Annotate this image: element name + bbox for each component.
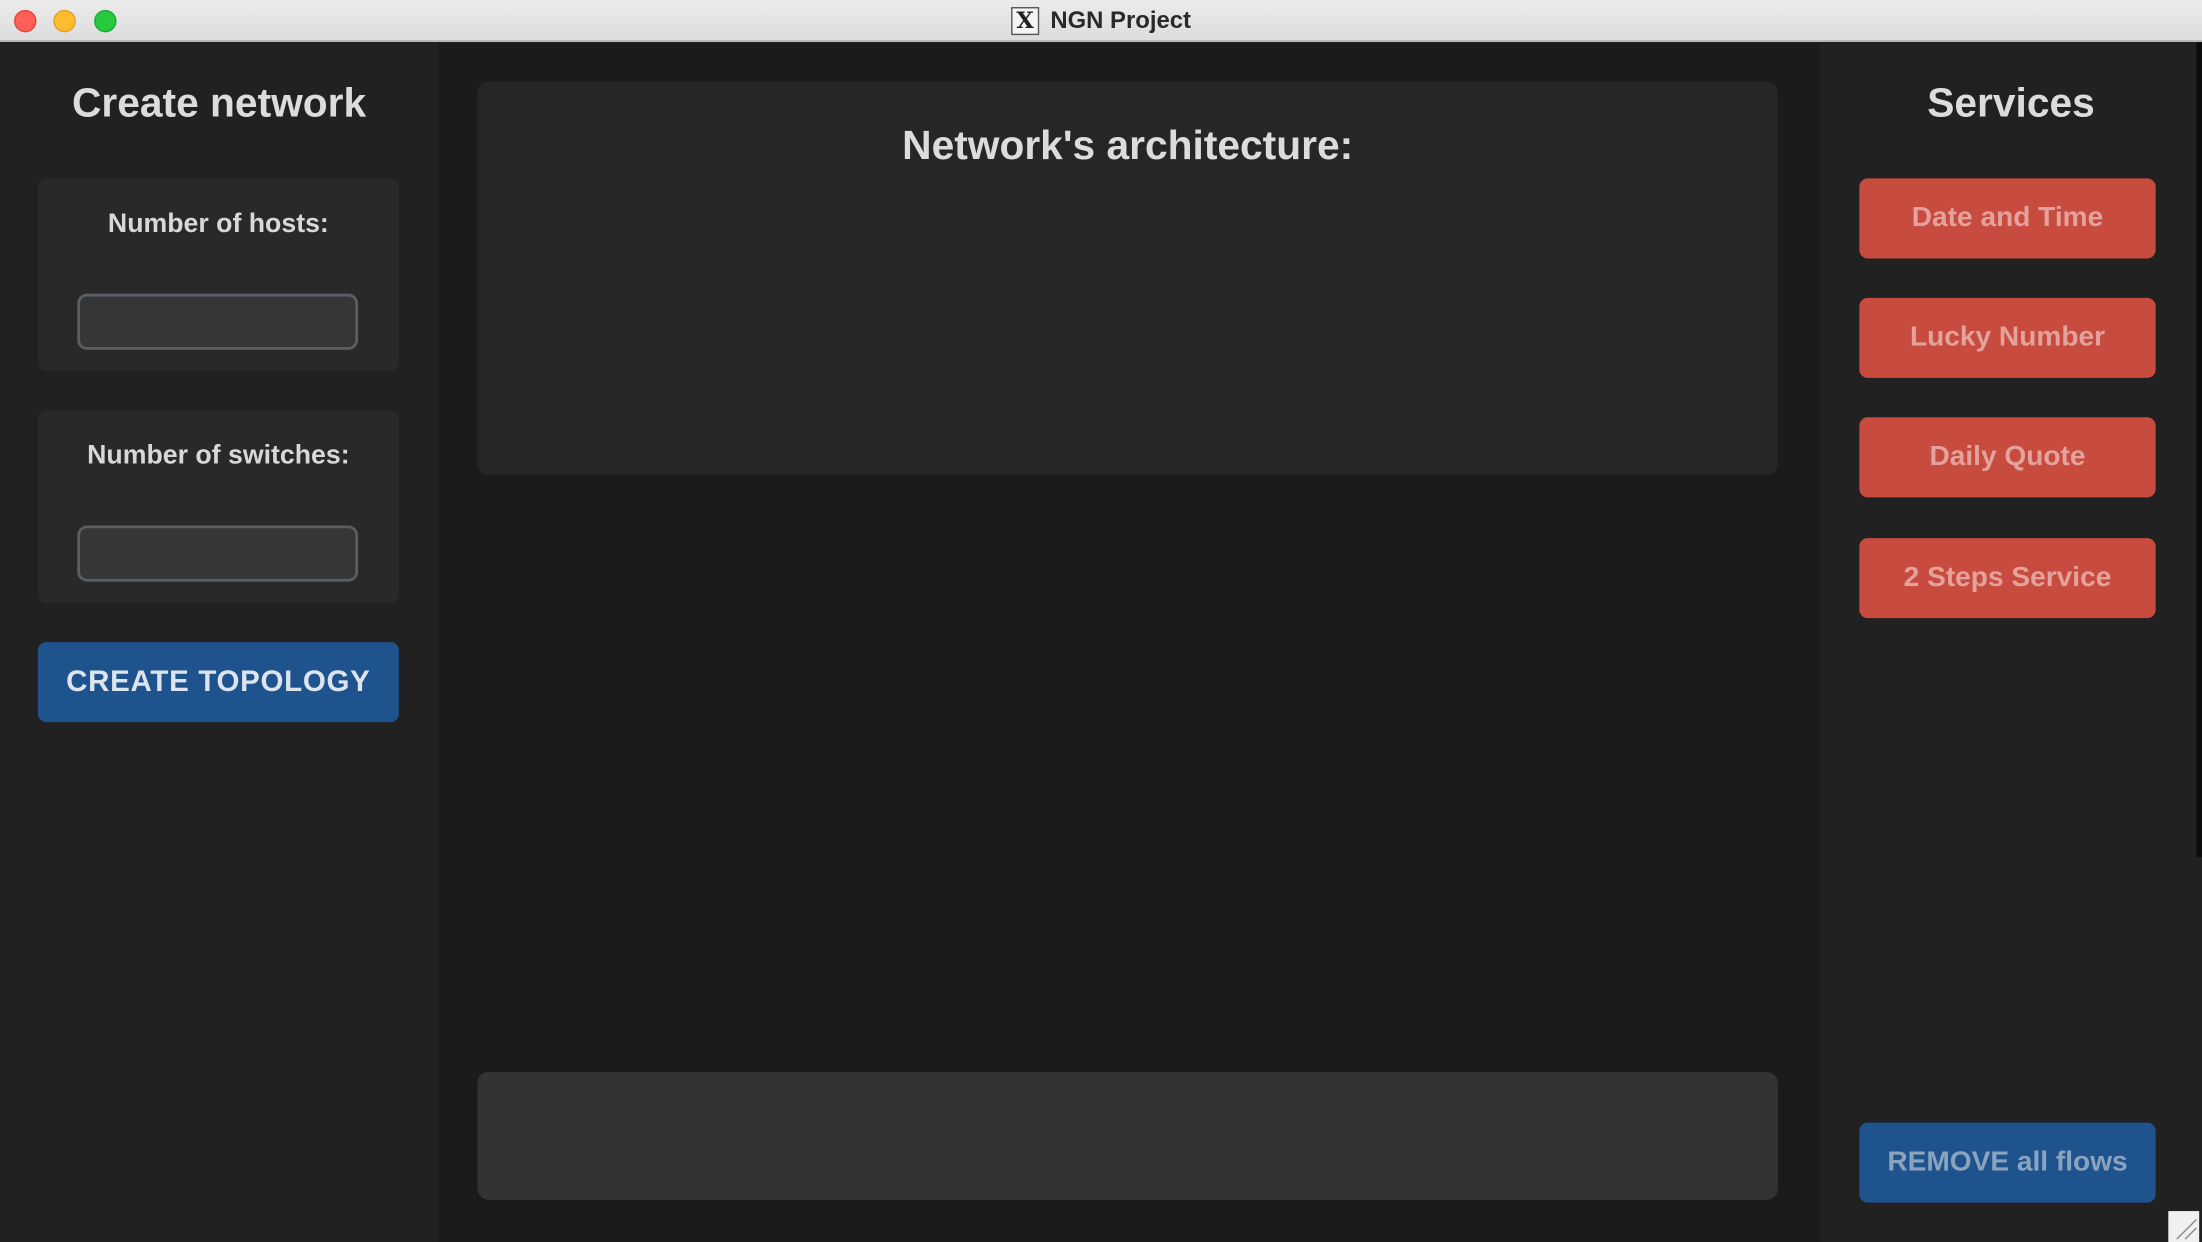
switches-label: Number of switches: xyxy=(87,441,350,471)
hosts-input[interactable] xyxy=(77,293,359,350)
create-topology-button[interactable]: CREATE TOPOLOGY xyxy=(37,642,399,723)
window-edge-divider xyxy=(2196,42,2202,858)
x11-icon: X xyxy=(1011,7,1040,36)
title-bar: X NGN Project xyxy=(0,0,2202,43)
remove-all-flows-button[interactable]: REMOVE all flows xyxy=(1859,1122,2156,1203)
resize-grip-icon[interactable] xyxy=(2168,1211,2200,1242)
services-title: Services xyxy=(1927,81,2095,127)
architecture-title: Network's architecture: xyxy=(902,123,1354,169)
date-and-time-button[interactable]: Date and Time xyxy=(1859,178,2156,259)
app-window: X NGN Project Create network Number of h… xyxy=(0,0,2202,1242)
services-sidebar: Services Date and Time Lucky Number Dail… xyxy=(1820,42,2202,1242)
output-textbox[interactable] xyxy=(477,1071,1778,1200)
switches-frame: Number of switches: xyxy=(37,410,399,603)
hosts-frame: Number of hosts: xyxy=(37,178,399,371)
main-content: Create network Number of hosts: Number o… xyxy=(0,42,2202,1242)
two-steps-service-button[interactable]: 2 Steps Service xyxy=(1859,538,2156,619)
architecture-panel: Network's architecture: xyxy=(477,81,1778,475)
lucky-number-button[interactable]: Lucky Number xyxy=(1859,297,2156,378)
window-title: NGN Project xyxy=(1050,7,1191,34)
window-title-group: X NGN Project xyxy=(0,0,2202,42)
create-network-sidebar: Create network Number of hosts: Number o… xyxy=(0,42,439,1242)
daily-quote-button[interactable]: Daily Quote xyxy=(1859,417,2156,498)
create-network-title: Create network xyxy=(71,81,367,127)
hosts-label: Number of hosts: xyxy=(107,209,329,239)
switches-input[interactable] xyxy=(77,525,359,582)
